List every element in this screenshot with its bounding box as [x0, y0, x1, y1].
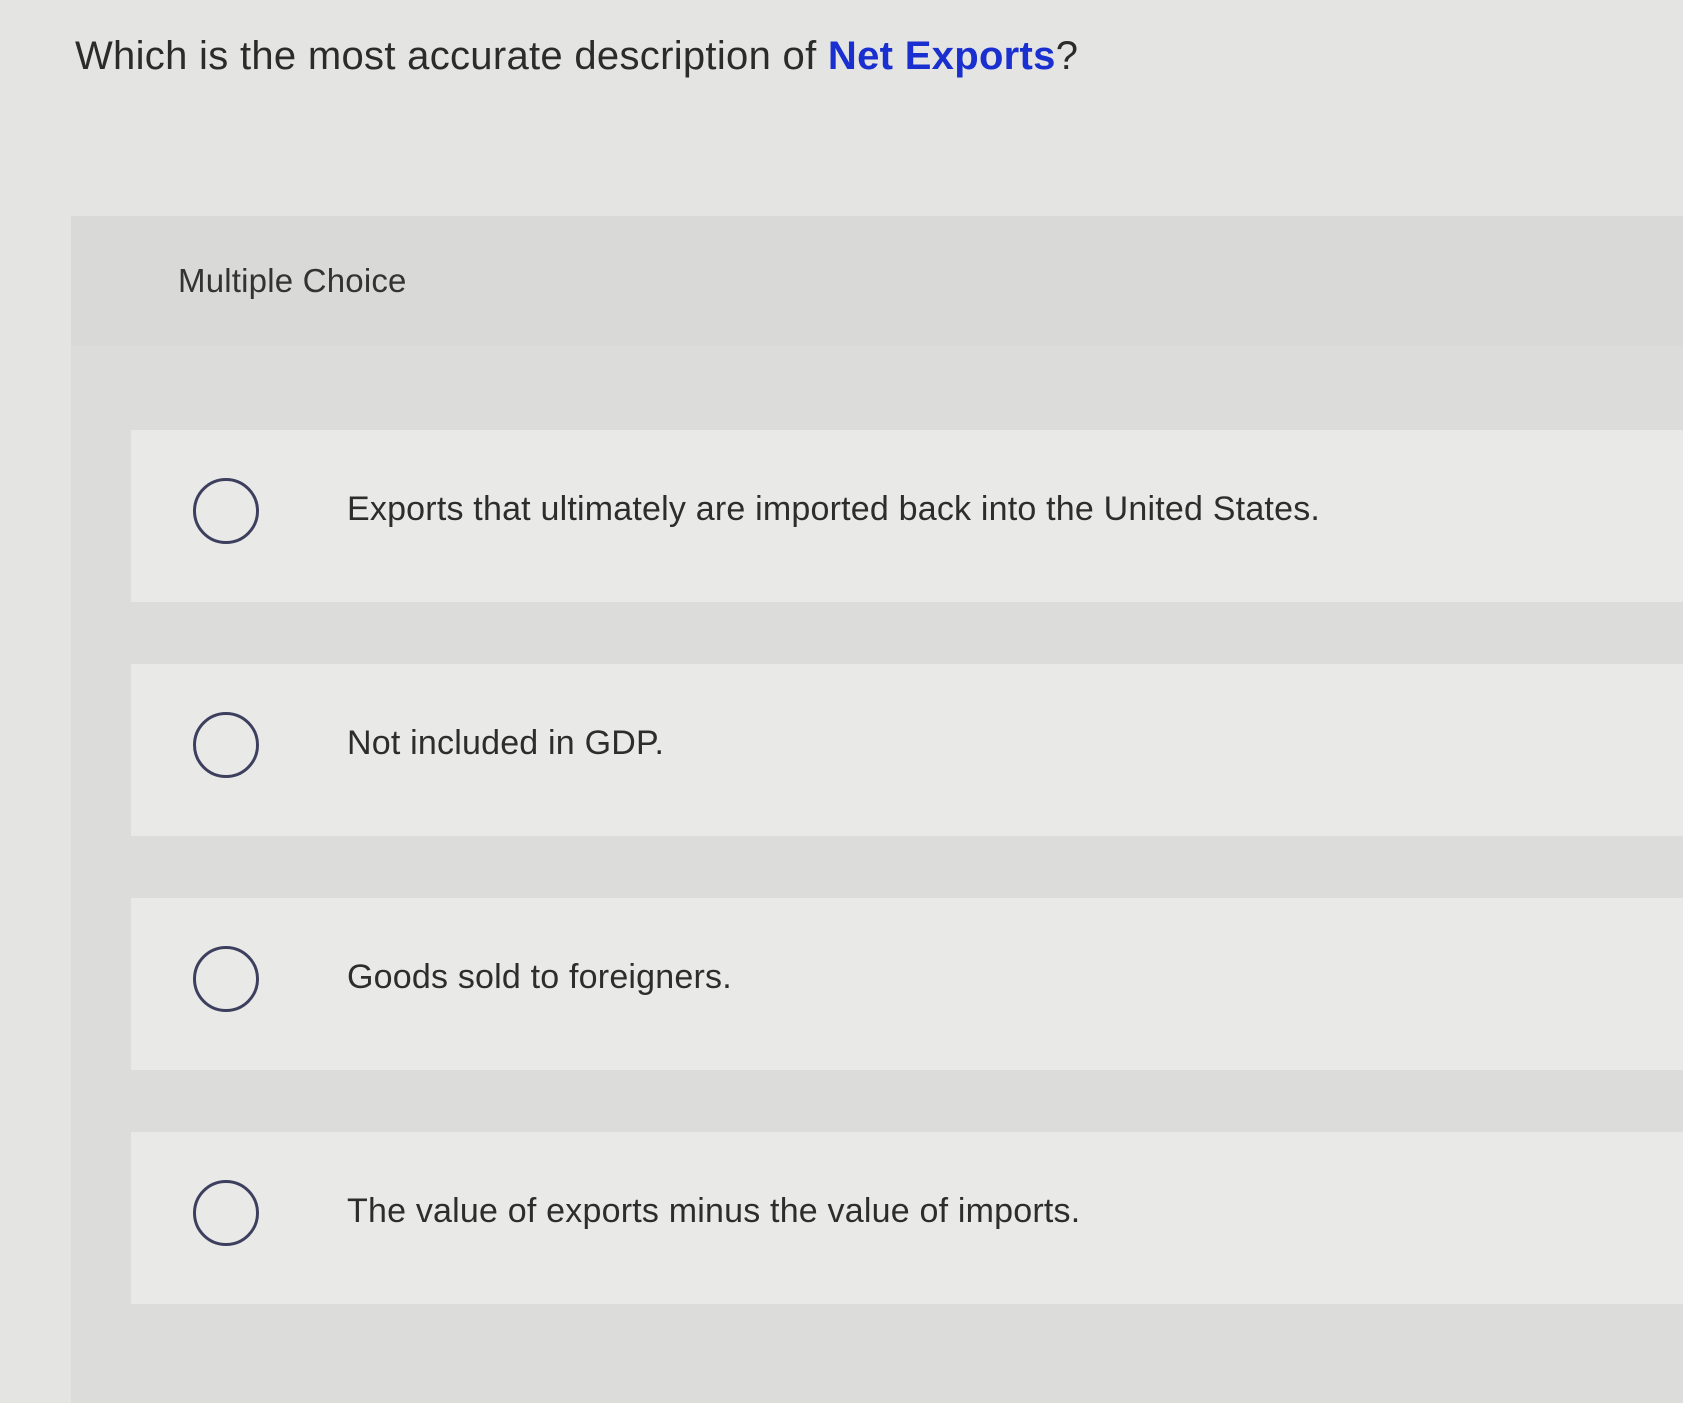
option-4[interactable]: The value of exports minus the value of …	[131, 1132, 1683, 1304]
question-suffix: ?	[1055, 34, 1079, 78]
multiple-choice-panel: Multiple Choice Exports that ultimately …	[71, 216, 1683, 1403]
options-list: Exports that ultimately are imported bac…	[71, 216, 1683, 1403]
radio-button-3[interactable]	[193, 946, 259, 1012]
option-1[interactable]: Exports that ultimately are imported bac…	[131, 430, 1683, 602]
option-3[interactable]: Goods sold to foreigners.	[131, 898, 1683, 1070]
option-2-label: Not included in GDP.	[347, 724, 665, 762]
radio-button-1[interactable]	[193, 478, 259, 544]
option-4-label: The value of exports minus the value of …	[347, 1192, 1081, 1230]
option-1-label: Exports that ultimately are imported bac…	[347, 490, 1321, 528]
radio-button-2[interactable]	[193, 712, 259, 778]
question-text: Which is the most accurate description o…	[75, 34, 1078, 79]
option-3-label: Goods sold to foreigners.	[347, 958, 732, 996]
radio-button-4[interactable]	[193, 1180, 259, 1246]
option-2[interactable]: Not included in GDP.	[131, 664, 1683, 836]
question-term: Net Exports	[827, 34, 1056, 78]
question-prefix: Which is the most accurate description o…	[75, 34, 828, 78]
